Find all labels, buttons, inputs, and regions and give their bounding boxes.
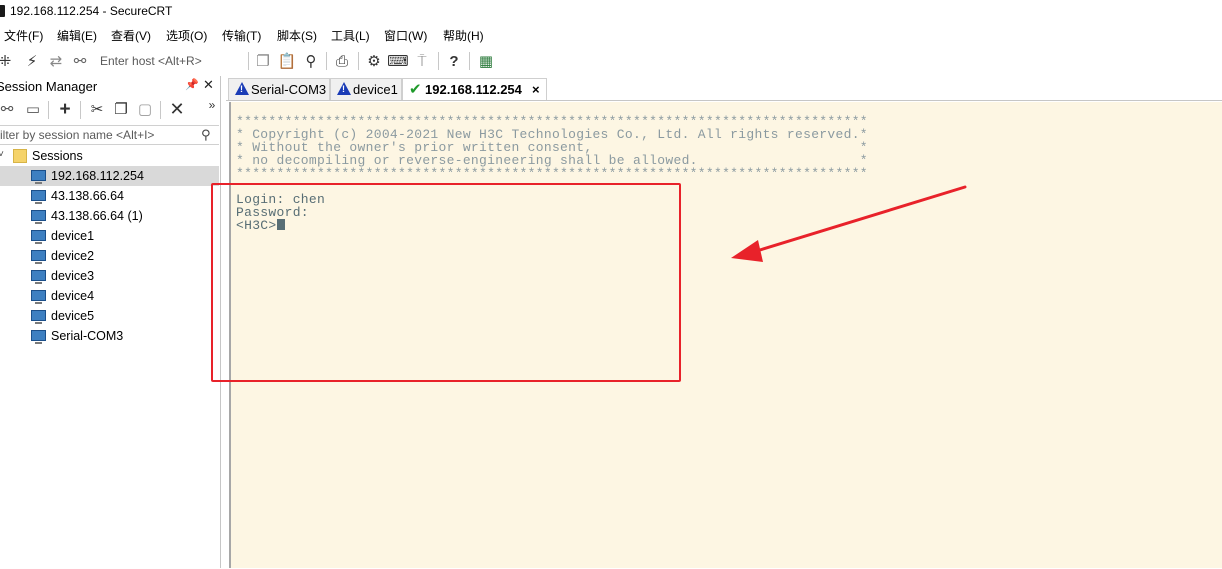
highlight-box [211, 183, 681, 382]
session-label: Serial-COM3 [51, 329, 124, 343]
menu-file[interactable]: 文件(F) [4, 27, 43, 44]
reconnect-icon[interactable]: ⇄ [47, 52, 65, 70]
session-label: device4 [51, 289, 95, 303]
copy-icon[interactable]: ❐ [254, 52, 272, 70]
copy-icon[interactable]: ❐ [112, 100, 130, 118]
tree-folder-sessions[interactable]: ˅ Sessions [0, 146, 219, 166]
quick-connect-icon[interactable]: ⚡ [23, 52, 41, 70]
session-item[interactable]: Serial-COM3 [0, 326, 219, 346]
toolbar-divider [326, 52, 327, 70]
banner-line: ****************************************… [236, 166, 868, 181]
overflow-chevron-icon[interactable]: » [203, 96, 221, 114]
session-item[interactable]: 43.138.66.64 (1) [0, 206, 219, 226]
toolbar-divider [48, 101, 49, 119]
session-label: 43.138.66.64 (1) [51, 209, 143, 223]
paste-icon[interactable]: 📋 [278, 52, 297, 70]
folder-icon [13, 149, 27, 163]
link-icon[interactable]: ⚯ [0, 100, 16, 118]
session-label: device3 [51, 269, 95, 283]
monitor-icon [31, 230, 46, 244]
session-map-icon[interactable]: ▦ [477, 52, 495, 70]
window-title: 192.168.112.254 - SecureCRT [10, 4, 173, 18]
monitor-icon [31, 330, 46, 344]
session-item[interactable]: device4 [0, 286, 219, 306]
toolbar: ⁜ ⚡ ⇄ ⚯ ❐ 📋 ⚲ ⎙ ⚙ ⌨ ⍑ ? ▦ [0, 48, 1222, 74]
tab-serial-com3[interactable]: Serial-COM3 [228, 78, 330, 100]
menu-tools[interactable]: 工具(L) [331, 27, 370, 44]
menu-window[interactable]: 窗口(W) [384, 27, 427, 44]
settings-icon[interactable]: ⚙ [365, 52, 383, 70]
session-label: 192.168.112.254 [51, 169, 144, 183]
monitor-icon [31, 190, 46, 204]
app-icon [0, 5, 5, 17]
monitor-icon [31, 250, 46, 264]
warning-icon [235, 82, 249, 95]
session-label: 43.138.66.64 [51, 189, 124, 203]
session-label: device1 [51, 229, 95, 243]
connect-icon[interactable]: ⁜ [0, 52, 14, 70]
paste-icon[interactable]: ▢ [136, 100, 154, 118]
session-item[interactable]: device3 [0, 266, 219, 286]
session-manager-toolbar: ⚯ ▭ + ✂ ❐ ▢ ✕ » [0, 98, 220, 122]
tree-folder-label: Sessions [32, 149, 83, 163]
monitor-icon [31, 210, 46, 224]
toolbar-divider [438, 52, 439, 70]
cut-icon[interactable]: ✂ [88, 100, 106, 118]
menu-options[interactable]: 选项(O) [166, 27, 207, 44]
find-icon[interactable]: ⚲ [302, 52, 320, 70]
session-item[interactable]: device5 [0, 306, 219, 326]
search-icon[interactable]: ⚲ [201, 127, 211, 143]
toolbar-divider [80, 101, 81, 119]
host-input[interactable] [96, 51, 254, 71]
session-item[interactable]: 192.168.112.254 [0, 166, 219, 186]
tab-device1[interactable]: device1 [330, 78, 402, 100]
session-label: device2 [51, 249, 95, 263]
toolbar-divider [248, 52, 249, 70]
chevron-down-icon[interactable]: ˅ [0, 149, 4, 160]
title-bar: 192.168.112.254 - SecureCRT [0, 0, 1222, 22]
keymap-icon[interactable]: ⌨ [387, 52, 409, 70]
print-icon[interactable]: ⎙ [333, 52, 351, 70]
pin-icon[interactable]: 📌 [185, 78, 199, 92]
monitor-icon [31, 270, 46, 284]
menu-transfer[interactable]: 传输(T) [222, 27, 261, 44]
menu-help[interactable]: 帮助(H) [443, 27, 484, 44]
tab-label: Serial-COM3 [251, 82, 327, 97]
tab-192-168-112-254[interactable]: ✔ 192.168.112.254 × [402, 78, 547, 100]
session-filter-input[interactable] [0, 126, 199, 144]
session-manager-title: Session Manager [0, 79, 98, 94]
monitor-icon [31, 170, 46, 184]
close-icon[interactable]: ✕ [203, 77, 215, 92]
warning-icon [337, 82, 351, 95]
tab-label: 192.168.112.254 [425, 82, 522, 97]
sftp-icon[interactable]: ⍑ [413, 52, 431, 70]
session-manager-header: Session Manager 📌 ✕ [0, 76, 220, 96]
help-icon[interactable]: ? [445, 52, 463, 70]
toolbar-divider [358, 52, 359, 70]
session-label: device5 [51, 309, 95, 323]
menu-edit[interactable]: 编辑(E) [57, 27, 97, 44]
session-item[interactable]: 43.138.66.64 [0, 186, 219, 206]
monitor-icon [31, 290, 46, 304]
toolbar-divider [469, 52, 470, 70]
session-manager-panel: Session Manager 📌 ✕ ⚯ ▭ + ✂ ❐ ▢ ✕ » ⚲ ˅ … [0, 76, 221, 568]
menu-view[interactable]: 查看(V) [111, 27, 151, 44]
checkmark-icon: ✔ [409, 81, 422, 98]
menu-script[interactable]: 脚本(S) [277, 27, 317, 44]
window-icon[interactable]: ▭ [24, 100, 42, 118]
menu-bar: 文件(F) 编辑(E) 查看(V) 选项(O) 传输(T) 脚本(S) 工具(L… [0, 22, 1222, 46]
toolbar-divider [160, 101, 161, 119]
delete-icon[interactable]: ✕ [168, 100, 186, 118]
session-item[interactable]: device2 [0, 246, 219, 266]
add-session-icon[interactable]: + [56, 100, 74, 119]
session-filter: ⚲ [0, 125, 219, 145]
disconnect-icon[interactable]: ⚯ [71, 52, 89, 70]
tab-label: device1 [353, 82, 398, 97]
monitor-icon [31, 310, 46, 324]
session-tabs: Serial-COM3 device1 ✔ 192.168.112.254 × [224, 76, 1222, 100]
session-item[interactable]: device1 [0, 226, 219, 246]
close-tab-icon[interactable]: × [532, 82, 540, 97]
